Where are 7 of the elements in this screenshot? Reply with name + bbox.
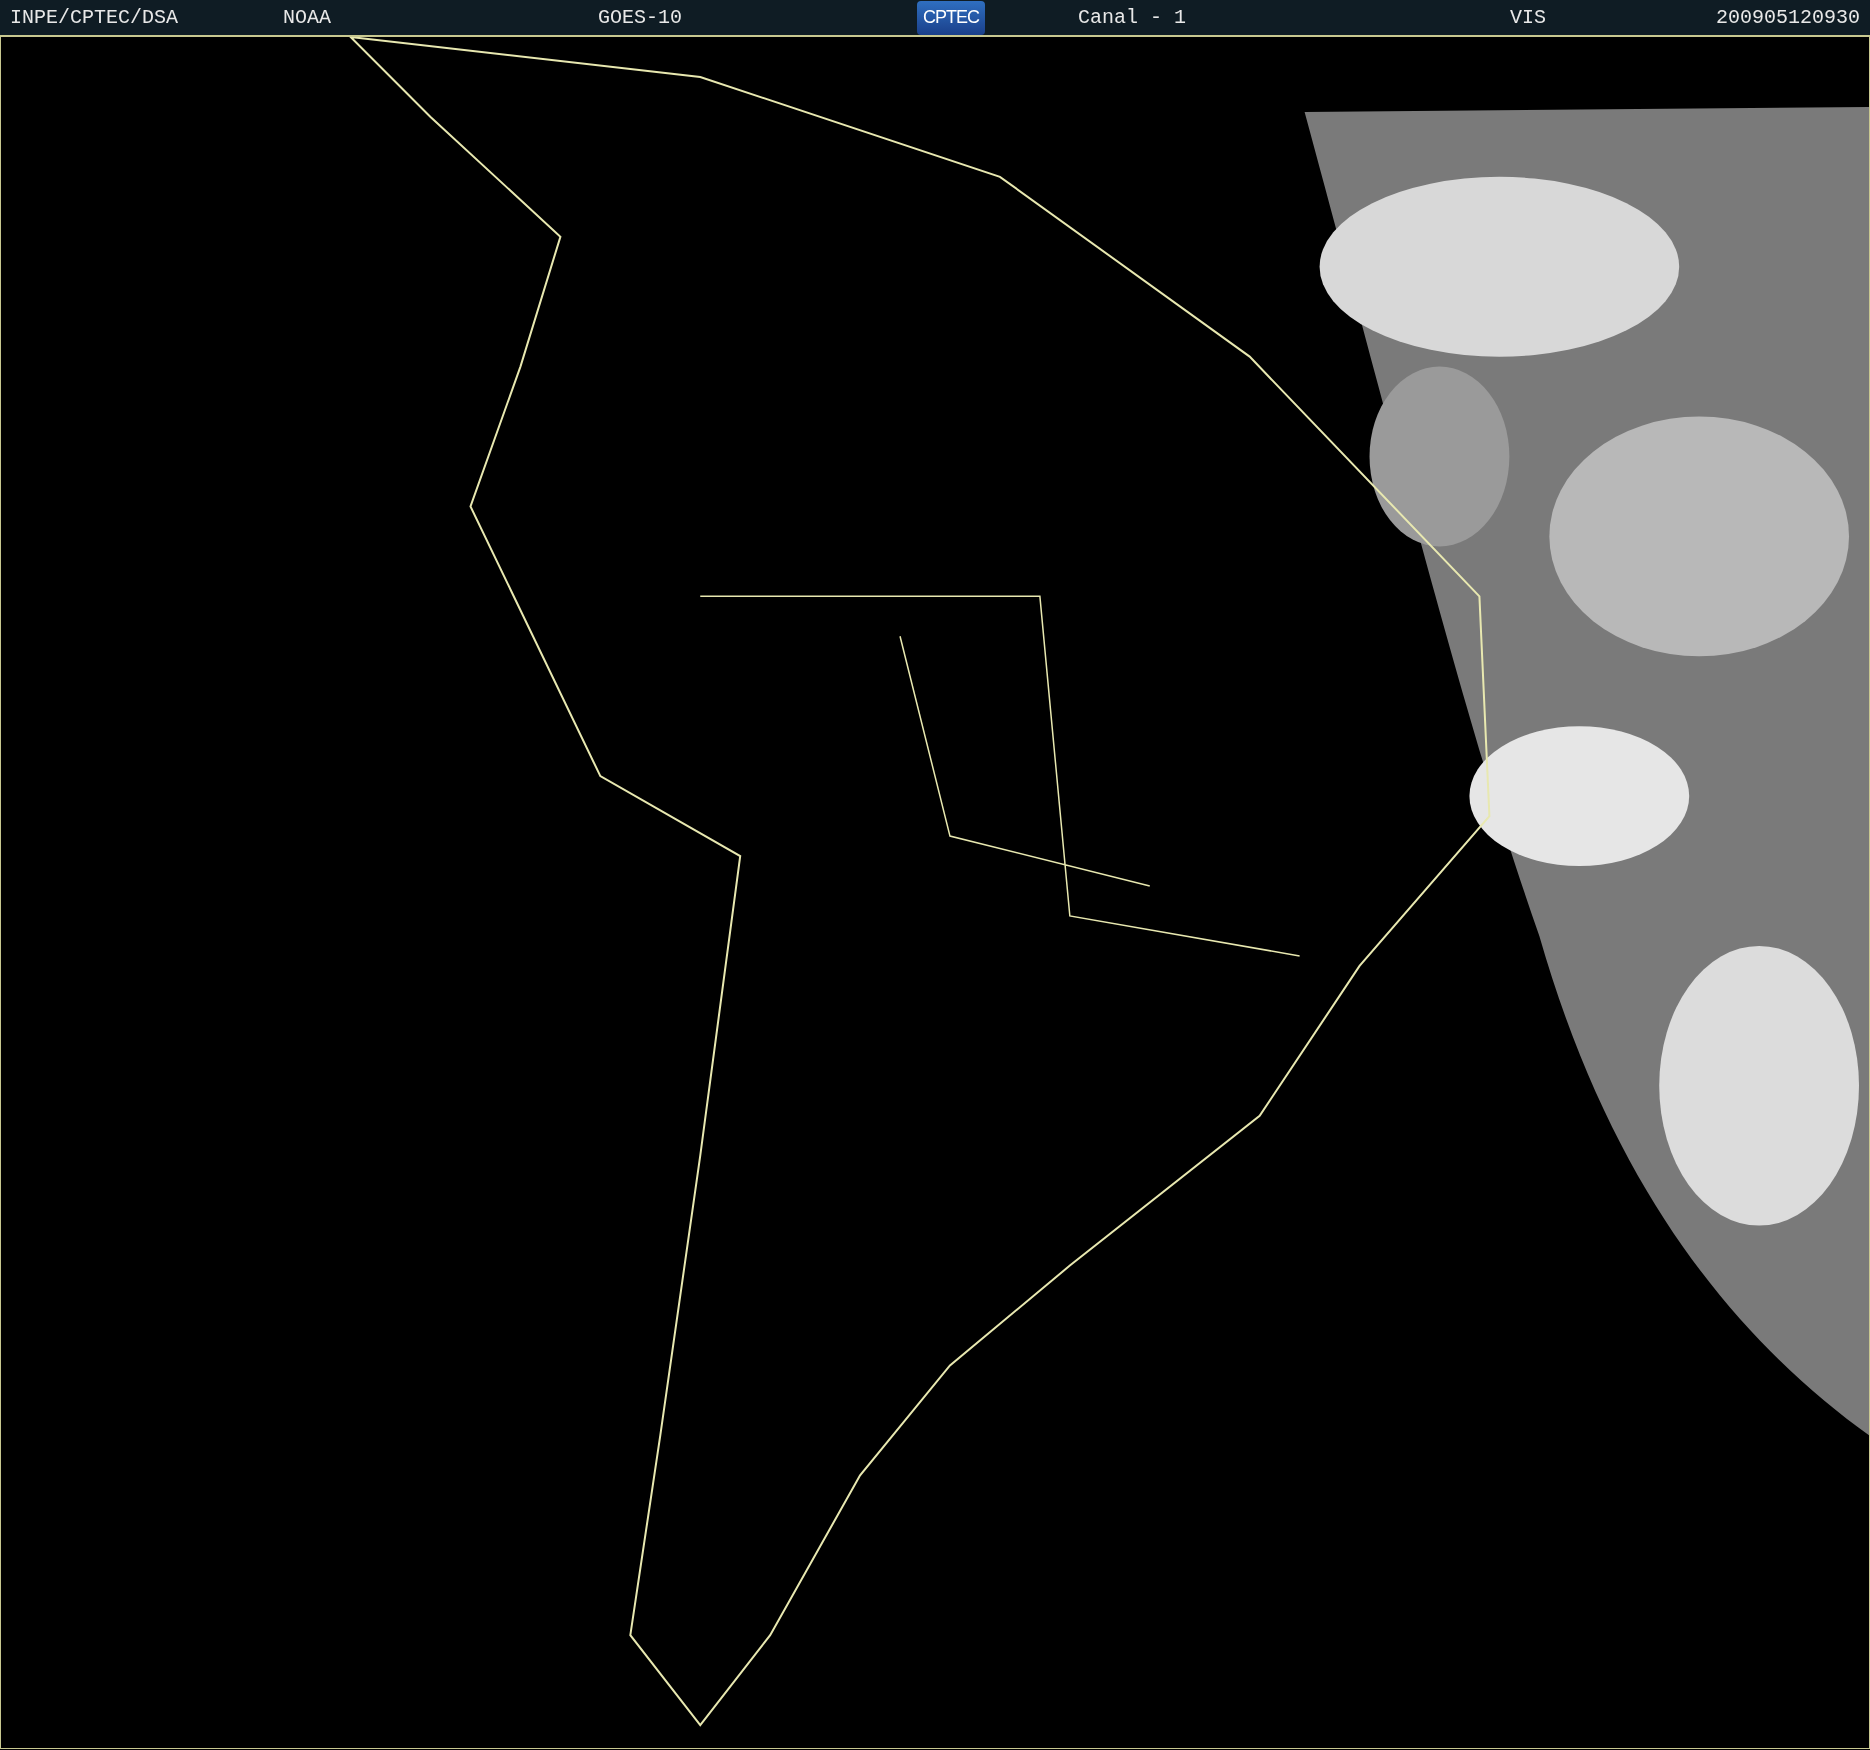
agency-logo: CPTEC: [917, 0, 985, 35]
header-label: INPE/CPTEC/DSA: [10, 6, 179, 29]
header-label: NOAA: [283, 6, 331, 29]
header-label: GOES-10: [598, 6, 682, 29]
header-label: 200905120930: [1715, 6, 1860, 29]
header-label: VIS: [1510, 6, 1546, 29]
header-label: Canal - 1: [1078, 6, 1187, 29]
